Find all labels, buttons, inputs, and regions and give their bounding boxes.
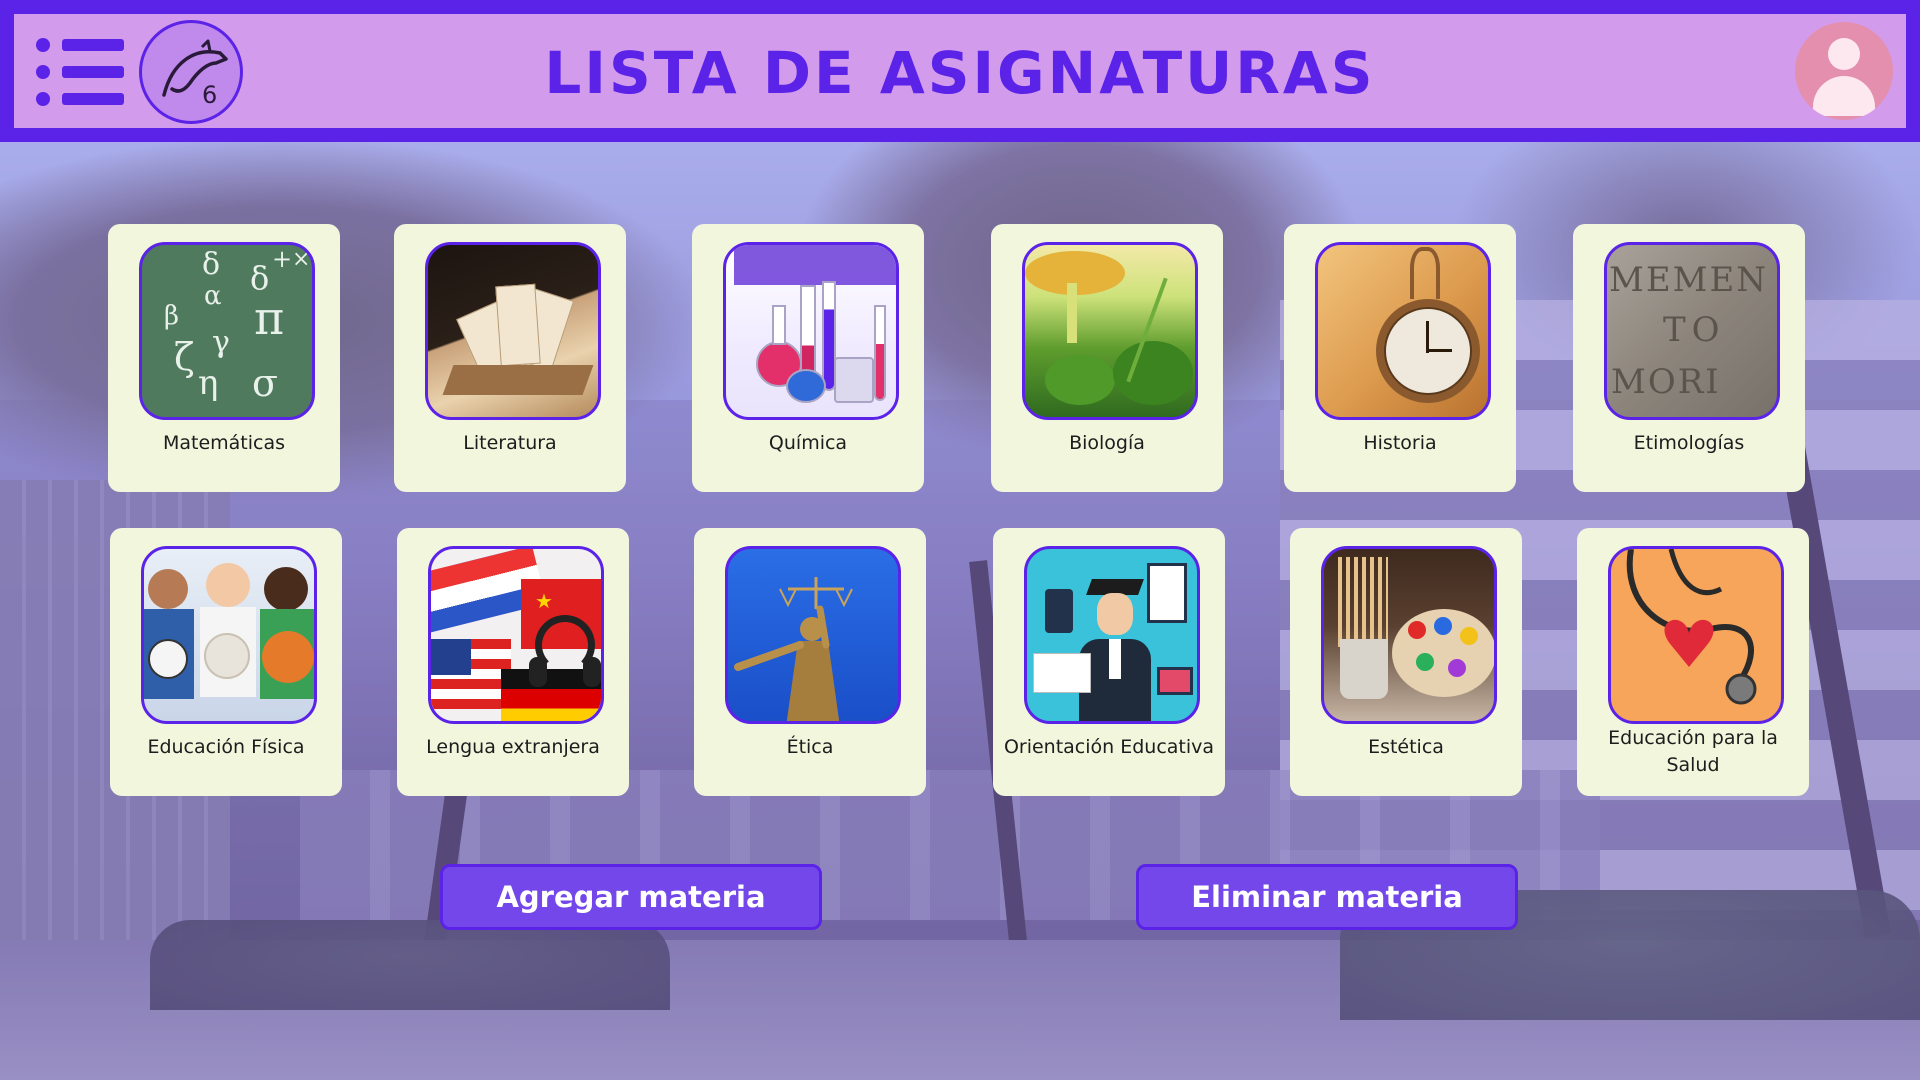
subject-card-educacion-salud[interactable]: Educación para la Salud [1577, 528, 1809, 796]
subject-card-biologia[interactable]: Biología [991, 224, 1223, 492]
svg-text:TO: TO [1663, 310, 1726, 350]
subject-card-literatura[interactable]: Literatura [394, 224, 626, 492]
open-book-image [425, 242, 601, 420]
subject-card-lengua-extranjera[interactable]: ★ Lengua extranjera [397, 528, 629, 796]
subject-label: Biología [1069, 432, 1145, 454]
kids-with-balls-image [141, 546, 317, 724]
mushroom-plant-image [1022, 242, 1198, 420]
subject-card-historia[interactable]: Historia [1284, 224, 1516, 492]
add-subject-button[interactable]: Agregar materia [440, 864, 822, 930]
math-chalkboard-image: δ δ β α π ζ γ η σ + × [139, 242, 315, 420]
subject-label: Orientación Educativa [1003, 736, 1215, 758]
svg-text:MEMEN: MEMEN [1609, 260, 1768, 300]
subject-card-educacion-fisica[interactable]: Educación Física [110, 528, 342, 796]
subject-label: Historia [1363, 432, 1437, 454]
stethoscope-heart-image [1608, 546, 1784, 724]
pocket-watch-image [1315, 242, 1491, 420]
menu-button[interactable] [36, 36, 126, 108]
page-title: LISTA DE ASIGNATURAS [544, 39, 1376, 107]
subject-card-matematicas[interactable]: δ δ β α π ζ γ η σ + × Matemáticas [108, 224, 340, 492]
remove-subject-button[interactable]: Eliminar materia [1136, 864, 1518, 930]
subject-card-orientacion-educativa[interactable]: Orientación Educativa [993, 528, 1225, 796]
subject-label: Lengua extranjera [426, 736, 600, 758]
lab-flasks-image [723, 242, 899, 420]
subject-label: Estética [1368, 736, 1444, 758]
justice-statue-image [725, 546, 901, 724]
subject-label: Matemáticas [162, 432, 286, 454]
subject-label: Etimologías [1633, 432, 1745, 454]
subject-card-quimica[interactable]: Química [692, 224, 924, 492]
subject-label: Educación para la Salud [1608, 727, 1778, 776]
svg-text:MORI: MORI [1611, 362, 1721, 402]
subject-card-etimologias[interactable]: MEMEN TO MORI Etimologías [1573, 224, 1805, 492]
subject-card-etica[interactable]: Ética [694, 528, 926, 796]
subject-label: Literatura [463, 432, 557, 454]
stone-inscription-image: MEMEN TO MORI [1604, 242, 1780, 420]
subject-card-estetica[interactable]: Estética [1290, 528, 1522, 796]
wolf-logo-icon: 6 [162, 39, 228, 109]
graduate-illustration-image [1024, 546, 1200, 724]
header: 6 LISTA DE ASIGNATURAS [0, 0, 1920, 142]
paint-palette-image [1321, 546, 1497, 724]
logo-number: 6 [202, 81, 217, 109]
subject-label: Ética [786, 736, 834, 758]
user-avatar-button[interactable] [1795, 22, 1893, 120]
subject-label: Educación Física [147, 736, 305, 758]
flags-headphones-image: ★ [428, 546, 604, 724]
school-logo: 6 [139, 20, 243, 124]
subject-label: Química [768, 432, 848, 454]
